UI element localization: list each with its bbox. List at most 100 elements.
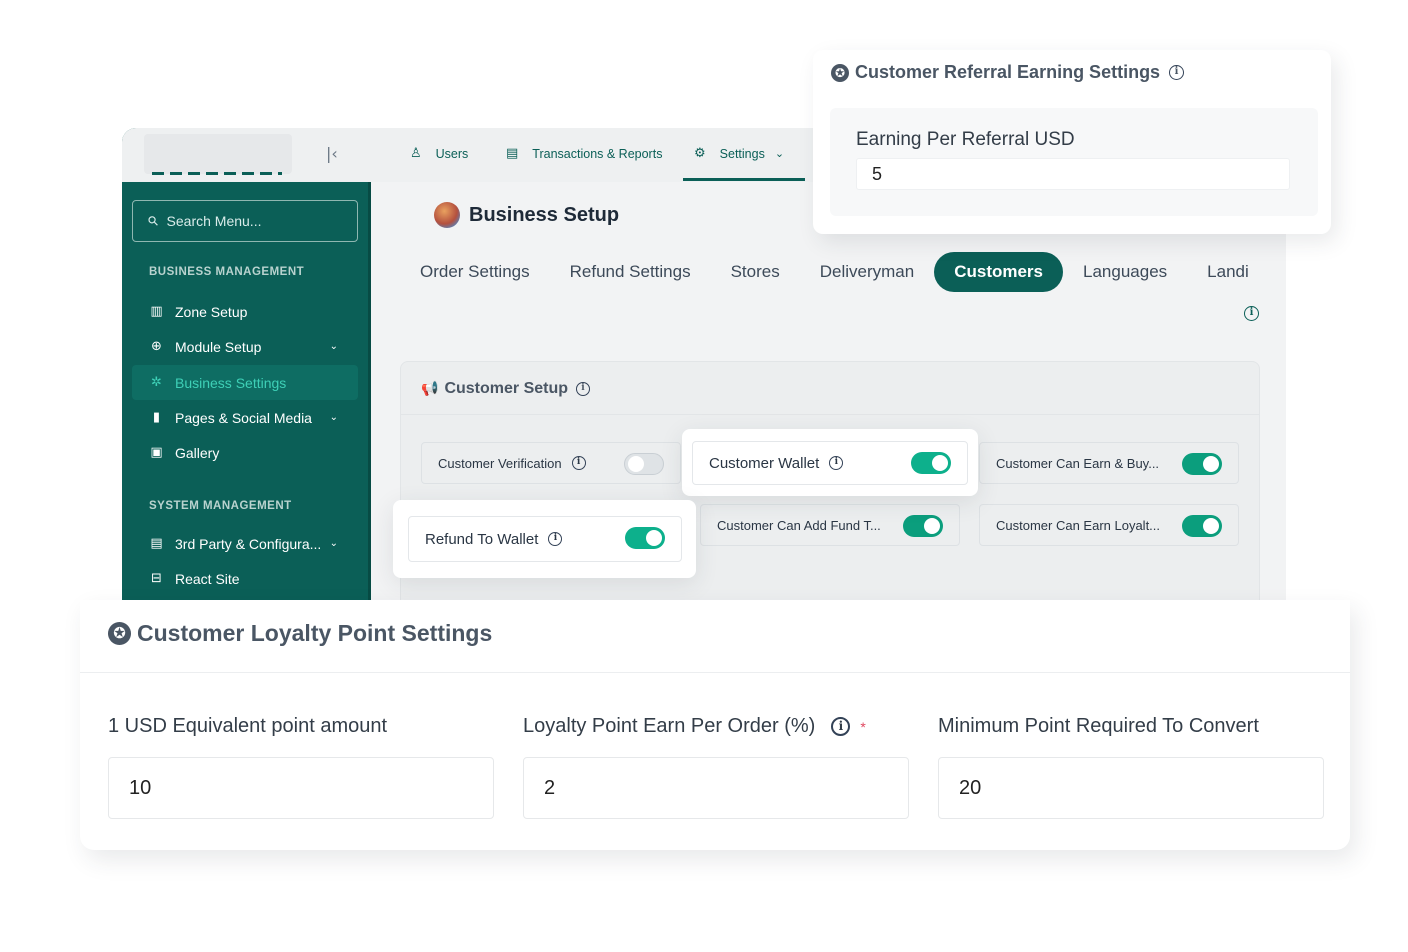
business-setup-icon — [434, 202, 460, 228]
chevron-down-icon: ⌄ — [329, 341, 338, 352]
referral-field-panel: Earning Per Referral USD 5 — [830, 108, 1318, 216]
referral-earning-card: ✪ Customer Referral Earning Settings i E… — [813, 50, 1331, 234]
referral-title-text: Customer Referral Earning Settings — [855, 62, 1161, 82]
search-icon: ⚲ — [145, 212, 163, 230]
toggle-customer-add-fund: Customer Can Add Fund T... — [700, 504, 960, 546]
sidebar-item-label: Business Settings — [175, 374, 287, 391]
sidebar-item-gallery[interactable]: ▣ Gallery — [132, 435, 358, 470]
toggle-label: Customer Verification — [438, 455, 562, 471]
star-icon: ✪ — [831, 63, 849, 82]
toggle-customer-wallet: Customer Wallet i — [692, 441, 968, 485]
toggle-label: Customer Can Earn Loyalt... — [996, 517, 1161, 533]
sidebar-header: |‹ — [122, 128, 370, 182]
nav-transactions-label: Transactions & Reports — [532, 146, 663, 161]
loyalty-card-title: ✪ Customer Loyalty Point Settings — [108, 620, 492, 647]
earning-per-referral-label: Earning Per Referral USD — [856, 129, 1075, 150]
tab-deliveryman[interactable]: Deliveryman — [800, 252, 934, 292]
toggle-label: Customer Can Earn & Buy... — [996, 455, 1160, 471]
chevron-down-icon: ⌄ — [774, 147, 785, 160]
globe-icon: ⊕ — [151, 339, 162, 354]
usd-equivalent-label: 1 USD Equivalent point amount — [108, 715, 387, 738]
sidebar-item-zone-setup[interactable]: ▥ Zone Setup — [132, 294, 358, 329]
divider — [80, 672, 1350, 673]
chevron-down-icon: ⌄ — [329, 538, 338, 549]
info-icon[interactable]: i — [571, 456, 586, 470]
earning-per-referral-input[interactable]: 5 — [856, 158, 1290, 190]
gallery-icon: ▣ — [150, 445, 163, 460]
toggle-label: Customer Wallet — [709, 454, 820, 472]
logo — [144, 134, 292, 175]
tab-stores[interactable]: Stores — [711, 252, 800, 292]
tab-order-settings[interactable]: Order Settings — [400, 252, 550, 292]
sidebar-item-pages-social[interactable]: ▮ Pages & Social Media ⌄ — [132, 400, 358, 435]
nav-transactions[interactable]: ▤ Transactions & Reports — [506, 146, 662, 161]
sidebar: |‹ ⚲ Search Menu... BUSINESS MANAGEMENT … — [122, 128, 371, 600]
sidebar-item-label: React Site — [175, 570, 240, 587]
usd-equivalent-input[interactable]: 10 — [108, 757, 494, 819]
info-icon[interactable]: i — [548, 532, 563, 546]
customer-setup-title-text: Customer Setup — [444, 380, 569, 397]
customer-setup-title: 📢 Customer Setup i — [421, 380, 591, 398]
star-icon: ✪ — [108, 622, 131, 645]
sidebar-item-3rd-party[interactable]: ▤ 3rd Party & Configura... ⌄ — [132, 526, 358, 561]
customer-verification-switch[interactable] — [624, 453, 664, 475]
tab-refund-settings[interactable]: Refund Settings — [550, 252, 711, 292]
required-asterisk: * — [860, 718, 866, 735]
tab-languages[interactable]: Languages — [1063, 252, 1187, 292]
page-title: Business Setup — [434, 202, 619, 228]
toggle-label: Customer Can Add Fund T... — [717, 517, 881, 533]
info-icon[interactable]: i — [1244, 306, 1259, 321]
loyalty-point-card: ✪ Customer Loyalty Point Settings 1 USD … — [80, 600, 1350, 850]
megaphone-icon: 📢 — [421, 381, 439, 397]
sidebar-item-label: Gallery — [175, 444, 220, 461]
config-icon: ▤ — [150, 536, 163, 551]
info-icon[interactable]: i — [1169, 65, 1185, 80]
earn-per-order-label: Loyalty Point Earn Per Order (%) i * — [523, 715, 866, 738]
collapse-sidebar-icon[interactable]: |‹ — [326, 144, 338, 163]
customer-wallet-highlight: Customer Wallet i — [682, 429, 978, 496]
info-icon[interactable]: i — [829, 456, 844, 470]
user-icon: ♙ — [410, 146, 422, 161]
customer-add-fund-switch[interactable] — [903, 515, 943, 537]
refund-to-wallet-switch[interactable] — [625, 527, 665, 549]
search-menu-input[interactable]: ⚲ Search Menu... — [132, 200, 358, 242]
toggle-customer-earn-buy: Customer Can Earn & Buy... — [979, 442, 1239, 484]
sidebar-item-label: Pages & Social Media — [175, 409, 312, 426]
refund-to-wallet-highlight: Refund To Wallet i — [393, 500, 696, 578]
field-label-text: 1 USD Equivalent point amount — [108, 715, 388, 737]
settings-tabs: Order Settings Refund Settings Stores De… — [400, 252, 1269, 292]
tab-landing[interactable]: Landi — [1187, 252, 1269, 292]
customer-wallet-switch[interactable] — [911, 452, 951, 474]
sidebar-divider — [368, 182, 371, 600]
gear-icon: ⚙ — [694, 146, 706, 161]
minimum-point-input[interactable]: 20 — [938, 757, 1324, 819]
customer-earn-loyalty-switch[interactable] — [1182, 515, 1222, 537]
sidebar-item-label: Zone Setup — [175, 303, 248, 320]
field-label-text: Loyalty Point Earn Per Order (%) — [523, 715, 816, 737]
earn-per-order-input[interactable]: 2 — [523, 757, 909, 819]
sidebar-item-react-site[interactable]: ⊟ React Site — [132, 561, 358, 596]
minimum-point-label: Minimum Point Required To Convert — [938, 715, 1259, 738]
earn-per-order-field: Loyalty Point Earn Per Order (%) i * 2 — [523, 715, 909, 819]
info-icon[interactable]: i — [831, 717, 851, 736]
sidebar-item-business-settings[interactable]: ✲ Business Settings — [132, 365, 358, 400]
toggle-refund-to-wallet: Refund To Wallet i — [408, 516, 682, 562]
building-icon: ▥ — [150, 304, 163, 319]
nav-settings-label: Settings — [719, 146, 765, 161]
usd-equivalent-field: 1 USD Equivalent point amount 10 — [108, 715, 494, 819]
gear-icon: ✲ — [151, 375, 162, 390]
sidebar-item-module-setup[interactable]: ⊕ Module Setup ⌄ — [132, 329, 358, 364]
search-placeholder: Search Menu... — [166, 213, 262, 229]
loyalty-title-text: Customer Loyalty Point Settings — [137, 620, 493, 646]
info-icon[interactable]: i — [576, 382, 591, 396]
sidebar-item-label: 3rd Party & Configura... — [175, 535, 322, 552]
customer-earn-buy-switch[interactable] — [1182, 453, 1222, 475]
referral-card-title: ✪ Customer Referral Earning Settings i — [831, 62, 1185, 83]
nav-users[interactable]: ♙ Users — [410, 146, 468, 161]
minimum-point-field: Minimum Point Required To Convert 20 — [938, 715, 1324, 819]
section-title-system: SYSTEM MANAGEMENT — [149, 500, 292, 512]
nav-users-label: Users — [435, 146, 469, 161]
section-title-business: BUSINESS MANAGEMENT — [149, 266, 305, 278]
tab-customers[interactable]: Customers — [934, 252, 1064, 292]
nav-settings[interactable]: ⚙ Settings ⌄ — [694, 146, 784, 161]
